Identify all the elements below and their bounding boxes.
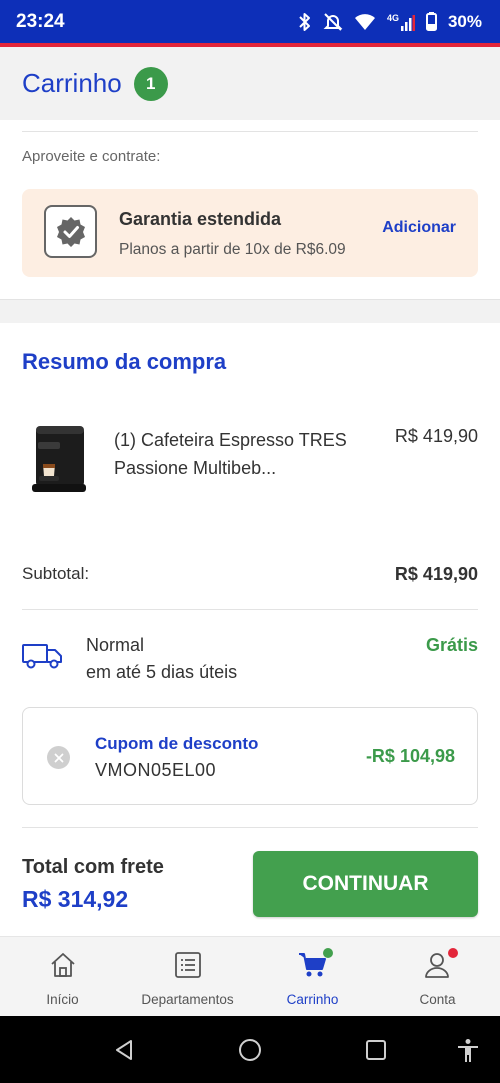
system-nav-bar bbox=[0, 1016, 500, 1083]
divider bbox=[22, 827, 478, 828]
coupon-title: Cupom de desconto bbox=[95, 734, 259, 753]
cart-content[interactable]: Aproveite e contrate: Garantia estendida… bbox=[0, 120, 500, 936]
close-icon bbox=[54, 753, 63, 762]
back-icon[interactable] bbox=[112, 1038, 136, 1067]
nav-label-carrinho: Carrinho bbox=[286, 992, 339, 1007]
nav-label-inicio: Início bbox=[46, 992, 79, 1007]
network-type: 4G bbox=[386, 12, 399, 23]
mute-bell-icon bbox=[323, 12, 343, 32]
status-bar: 23:24 4G 30% bbox=[0, 0, 500, 43]
total-label: Total com frete bbox=[22, 856, 164, 878]
wifi-icon bbox=[354, 13, 376, 31]
nav-item-conta[interactable]: Conta bbox=[375, 937, 500, 1016]
subtotal-value: R$ 419,90 bbox=[394, 564, 478, 584]
cart-count-badge: 1 bbox=[133, 66, 168, 101]
shipping-price: Grátis bbox=[425, 635, 478, 655]
battery-level: 30% bbox=[447, 11, 482, 31]
page-title: Carrinho bbox=[22, 68, 122, 98]
product-name[interactable]: (1) Cafeteira Espresso TRES Passione Mul… bbox=[114, 426, 364, 482]
subtotal-label: Subtotal: bbox=[22, 564, 90, 583]
summary-title: Resumo da compra bbox=[22, 349, 227, 374]
coupon-discount: -R$ 104,98 bbox=[365, 746, 455, 766]
home-icon bbox=[47, 949, 79, 981]
nav-item-inicio[interactable]: Início bbox=[0, 937, 125, 1016]
list-icon bbox=[172, 949, 204, 981]
product-price: R$ 419,90 bbox=[394, 426, 478, 446]
nav-label-conta: Conta bbox=[419, 992, 456, 1007]
warranty-title: Garantia estendida bbox=[119, 209, 282, 229]
home-circle-icon[interactable] bbox=[238, 1038, 262, 1067]
bottom-nav: Início Departamentos Carrinho Conta bbox=[0, 936, 500, 1016]
total-value: R$ 314,92 bbox=[22, 886, 129, 912]
divider bbox=[22, 131, 478, 132]
remove-coupon-button[interactable] bbox=[47, 746, 70, 769]
cart-icon bbox=[297, 948, 333, 981]
signal-icon: 4G bbox=[387, 13, 415, 31]
user-icon bbox=[422, 948, 458, 981]
section-separator bbox=[0, 299, 500, 323]
product-image[interactable] bbox=[22, 420, 94, 498]
bluetooth-icon bbox=[298, 12, 312, 32]
header: Carrinho 1 bbox=[0, 47, 500, 120]
warranty-subtitle: Planos a partir de 10x de R$6.09 bbox=[119, 241, 346, 258]
accessibility-icon[interactable] bbox=[456, 1038, 480, 1069]
status-icons: 4G 30% bbox=[298, 12, 482, 32]
nav-label-departamentos: Departamentos bbox=[141, 992, 234, 1007]
warranty-hint: Aproveite e contrate: bbox=[22, 148, 161, 165]
delivery-truck-icon bbox=[22, 643, 64, 674]
nav-item-carrinho[interactable]: Carrinho bbox=[250, 937, 375, 1016]
continue-button[interactable]: CONTINUAR bbox=[253, 851, 478, 917]
divider bbox=[22, 609, 478, 610]
warranty-badge-icon bbox=[44, 205, 97, 258]
coupon-code: VMON05EL00 bbox=[95, 760, 217, 780]
add-warranty-button[interactable]: Adicionar bbox=[382, 219, 456, 237]
account-notification-dot bbox=[447, 948, 458, 958]
coupon-card: Cupom de desconto VMON05EL00 -R$ 104,98 bbox=[22, 707, 478, 805]
shipping-method: Normal bbox=[86, 635, 145, 655]
shipping-time: em até 5 dias úteis bbox=[86, 662, 238, 682]
recents-icon[interactable] bbox=[364, 1038, 388, 1067]
warranty-card: Garantia estendida Planos a partir de 10… bbox=[22, 189, 478, 277]
battery-icon bbox=[425, 12, 437, 31]
status-time: 23:24 bbox=[16, 10, 65, 32]
cart-notification-dot bbox=[322, 948, 333, 958]
nav-item-departamentos[interactable]: Departamentos bbox=[125, 937, 250, 1016]
